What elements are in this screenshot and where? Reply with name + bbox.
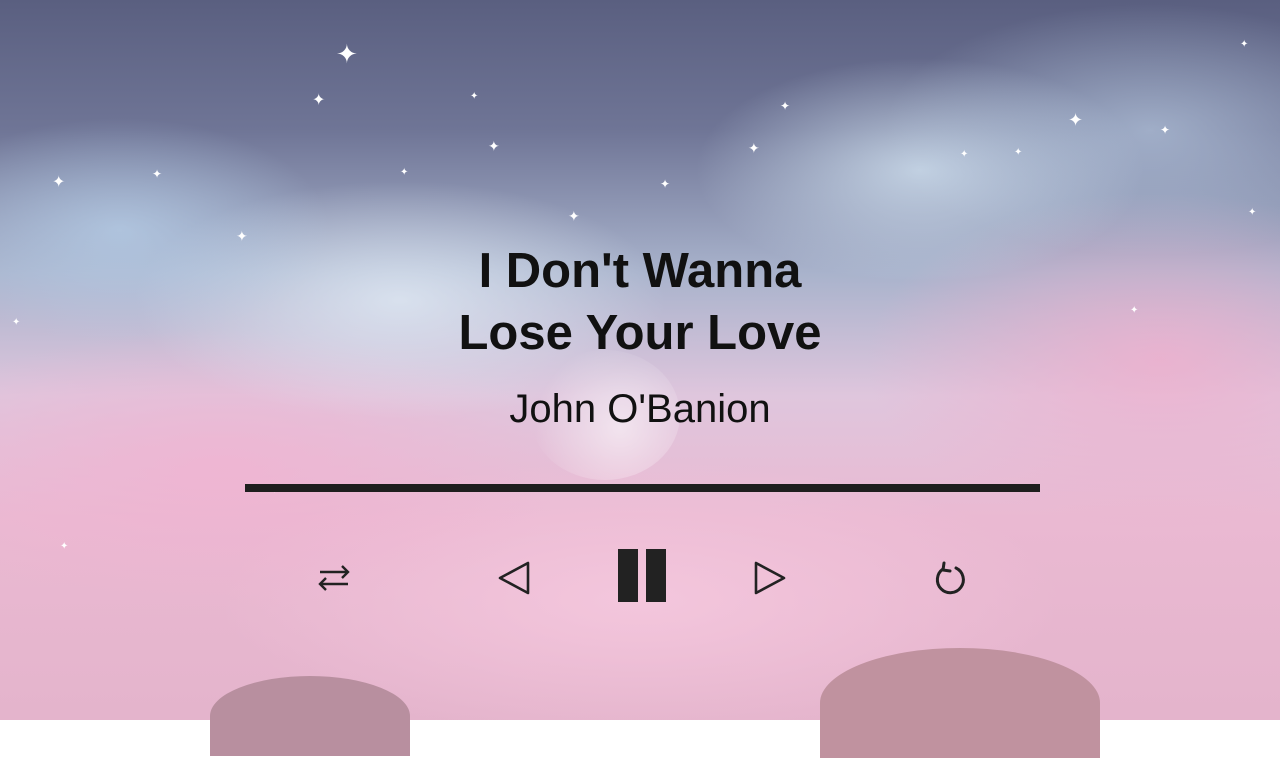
track-title-line2: Lose Your Love [458,306,822,360]
star: ✦ [488,139,500,155]
star: ✦ [780,99,791,113]
star: ✦ [1160,123,1171,137]
repeat-icon [935,561,965,595]
star: ✦ [1014,147,1023,158]
pause-button[interactable] [614,546,670,604]
star: ✦ [1240,39,1249,50]
hill-left [210,676,410,756]
star: ✦ [336,40,358,70]
next-icon [754,561,786,595]
star: ✦ [60,541,69,552]
star: ✦ [960,149,969,160]
progress-bar-fill [245,484,1040,492]
track-title: I Don't Wanna Lose Your Love [0,240,1280,364]
shuffle-button[interactable] [312,560,356,596]
star: ✦ [400,167,409,178]
pause-icon [618,549,666,602]
star: ✦ [312,90,326,109]
repeat-button[interactable] [929,558,971,600]
star: ✦ [660,177,671,191]
progress-bar[interactable] [245,484,1040,492]
star: ✦ [748,141,760,157]
hill-right [820,648,1100,758]
star: ✦ [470,91,479,102]
track-title-line1: I Don't Wanna [478,244,802,298]
shuffle-icon [318,565,350,591]
star: ✦ [152,167,163,181]
star: ✦ [1248,207,1257,218]
previous-button[interactable] [494,558,534,598]
artist-name: John O'Banion [509,387,771,431]
next-button[interactable] [750,558,790,598]
star: ✦ [1068,110,1084,131]
star: ✦ [52,172,66,191]
previous-icon [498,561,530,595]
star: ✦ [568,209,580,225]
